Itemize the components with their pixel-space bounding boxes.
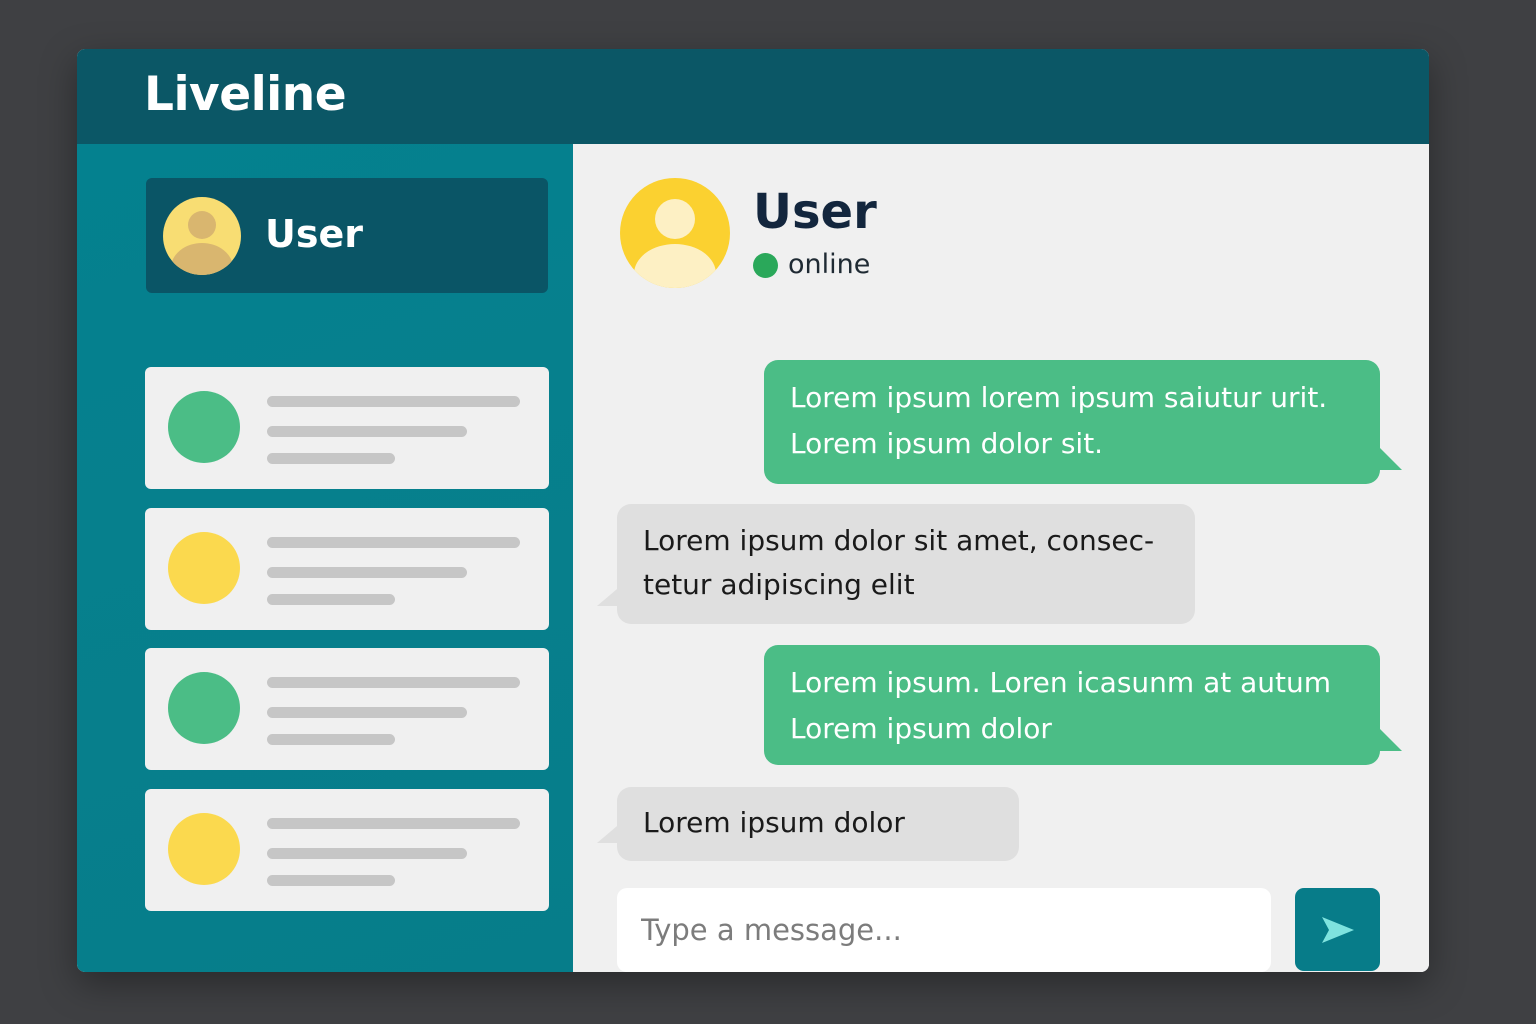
message-line: tetur adipiscing elit — [643, 568, 915, 601]
contact-placeholder-line — [267, 734, 395, 745]
message-line: Lorem ipsum lorem ipsum saiutur urit. — [790, 381, 1328, 414]
contact-item[interactable] — [145, 508, 549, 630]
contact-placeholder-line — [267, 453, 395, 464]
current-user-name: User — [265, 212, 363, 256]
contact-placeholder-line — [267, 594, 395, 605]
contact-avatar — [168, 672, 240, 744]
app-header: Liveline — [77, 49, 1429, 144]
message-line: Lorem ipsum. Loren icasunm at autum — [790, 666, 1332, 699]
message-bubble-incoming: Lorem ipsum dolor — [597, 787, 1019, 861]
user-avatar-icon — [620, 178, 730, 288]
send-icon — [1321, 916, 1354, 943]
app-window: Liveline User User online Lorem ipsum lo… — [77, 49, 1429, 972]
contact-placeholder-line — [267, 426, 467, 437]
contact-item[interactable] — [145, 367, 549, 489]
message-bubble-incoming: Lorem ipsum dolor sit amet, consec- tetu… — [597, 504, 1195, 624]
message-bubble-outgoing: Lorem ipsum lorem ipsum saiutur urit. Lo… — [764, 360, 1402, 484]
message-line: Lorem ipsum dolor — [643, 806, 905, 839]
send-button[interactable] — [1295, 888, 1380, 971]
contact-avatar — [168, 532, 240, 604]
chat-user-name: User — [753, 184, 877, 240]
contact-placeholder-line — [267, 537, 520, 548]
online-status-icon — [753, 253, 778, 278]
contact-placeholder-line — [267, 567, 467, 578]
chat-panel: User online Lorem ipsum lorem ipsum saiu… — [573, 144, 1429, 972]
message-bubble-outgoing: Lorem ipsum. Loren icasunm at autum Lore… — [764, 645, 1402, 765]
contact-item[interactable] — [145, 789, 549, 911]
message-line: Lorem ipsum dolor sit. — [790, 427, 1104, 460]
message-line: Lorem ipsum dolor sit amet, consec- — [643, 524, 1155, 557]
status-text: online — [788, 249, 871, 280]
app-title: Liveline — [144, 67, 347, 122]
contact-avatar — [168, 391, 240, 463]
contact-avatar — [168, 813, 240, 885]
contact-placeholder-line — [267, 818, 520, 829]
contact-placeholder-line — [267, 848, 467, 859]
message-line: Lorem ipsum dolor — [790, 712, 1052, 745]
contact-placeholder-line — [267, 875, 395, 886]
contact-placeholder-line — [267, 396, 520, 407]
current-user-card[interactable]: User — [146, 178, 548, 293]
contact-placeholder-line — [267, 677, 520, 688]
contact-placeholder-line — [267, 707, 467, 718]
contact-item[interactable] — [145, 648, 549, 770]
sidebar: User — [77, 144, 573, 972]
message-input[interactable] — [617, 888, 1271, 972]
user-avatar-icon — [163, 197, 241, 275]
